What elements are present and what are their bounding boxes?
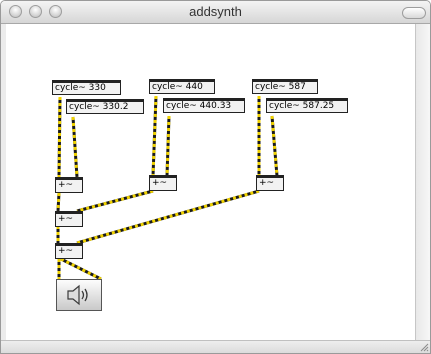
cycle-object-440[interactable]: cycle~ 440 [149,79,215,94]
patch-cord[interactable] [270,115,279,177]
plus-object-2[interactable]: +~ [149,175,177,191]
patch-cord[interactable] [71,116,79,178]
plus-object-5[interactable]: +~ [55,243,83,259]
cycle-object-587[interactable]: cycle~ 587 [252,79,318,94]
patch-cord[interactable] [56,192,61,212]
dac-speaker-button[interactable] [56,279,102,311]
patch-cord[interactable] [165,115,171,177]
patch-cord[interactable] [60,257,102,281]
plus-object-4[interactable]: +~ [55,211,83,227]
speaker-icon [67,284,88,306]
cycle-object-440-33[interactable]: cycle~ 440.33 [163,98,245,113]
cycle-object-587-25[interactable]: cycle~ 587.25 [266,98,348,113]
patch-cord[interactable] [151,95,158,177]
resize-grip-icon[interactable] [419,342,429,352]
vertical-scrollbar[interactable] [415,24,430,344]
horizontal-scrollbar[interactable] [1,340,430,353]
plus-object-1[interactable]: +~ [55,177,83,193]
patch-cord[interactable] [76,189,260,245]
patch-cord[interactable] [57,96,62,178]
patcher-window: addsynth .cb { stroke: #1a1a1a; stroke-w… [0,0,431,354]
plus-object-3[interactable]: +~ [256,175,284,191]
cycle-object-330-2[interactable]: cycle~ 330.2 [66,99,144,114]
cycle-object-330[interactable]: cycle~ 330 [52,80,121,95]
patch-cord[interactable] [76,189,154,213]
